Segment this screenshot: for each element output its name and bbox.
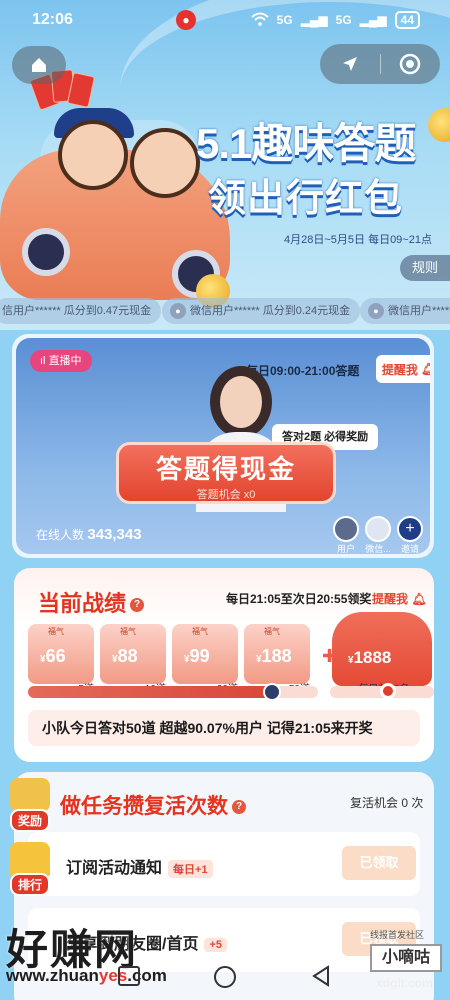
ticker-item: ● 微信用户****** [360,298,450,324]
live-bars-icon: ıl [40,355,49,367]
host-head [210,366,272,438]
help-icon[interactable]: ? [232,800,246,815]
wifi-icon [251,12,269,29]
status-bar: 12:06 ● 5G ▂▄▆ 5G ▂▄▆ 44 [0,0,450,40]
remind-me-button[interactable]: 提醒我 🔔︎ [376,355,430,383]
capsule-menu [320,44,440,84]
record-title: 当前战绩? [38,586,145,618]
tier-tag: 福气 [192,627,208,636]
signal-label-2: 5G [335,13,352,27]
live-badge: ıl 直播中 [30,350,92,372]
boy-character [130,128,200,198]
record-schedule: 每日21:05至次日20:55领奖 [226,592,372,606]
participant-avatars: 用户 微信... + 邀请 [332,516,424,554]
grand-prize-amount: ¥1888 [348,648,392,667]
home-button[interactable] [12,46,66,84]
navigation-arrow-icon [343,57,357,71]
close-miniapp-button[interactable] [380,44,440,84]
record-remind-button[interactable]: 提醒我 🔔︎ [372,590,427,607]
watermark-url: www.zhuanyes.com [6,966,167,985]
avatar: 用户 [332,516,360,554]
quiz-chances: 答题机会 x0 [196,489,256,501]
signal-icon: ▂▄▆ [359,13,387,27]
progress-dot [380,683,396,699]
ticker-item: 信用户****** 瓜分到0.47元现金 [0,298,162,324]
tier-amount: ¥88 [112,646,138,666]
invite-button[interactable]: + 邀请 [396,516,424,554]
reward-float-button[interactable]: 奖励 [4,778,56,834]
revive-chances: 复活机会 0 次 [350,796,424,810]
avatar: 微信... [364,516,392,554]
user-avatar-icon [333,516,359,542]
wechat-icon: ● [368,303,384,319]
plus-icon: + [397,516,423,542]
reward-tier: 福气 ¥66 [28,624,94,684]
crown-icon [10,842,50,876]
home-icon [32,58,46,72]
tier-tag: 福气 [48,627,64,636]
watermark-right-logo: 小嘀咕 [370,944,442,972]
answer-for-cash-button[interactable]: 答题得现金 答题机会 x0 [116,442,336,504]
live-stage: ıl 直播中 每日09:00-21:00答题 提醒我 🔔︎ 答对2题 必得奖励 … [16,338,430,554]
tier-amount: ¥99 [184,646,210,666]
hero-subtitle: 领出行红包 [208,178,404,220]
online-count: 343,343 [87,526,142,543]
team-result-banner: 小队今日答对50道 超越90.07%用户 记得21:05来开奖 [28,710,420,746]
watermark-right-url: xdglt.com [376,976,433,990]
car-wheel-left [22,228,70,276]
tier-tag: 福气 [120,627,136,636]
bell-icon: 🔔︎ [420,362,430,376]
reward-tier: 福气 ¥88 [100,624,166,684]
claimed-button[interactable]: 已领取 [342,846,416,880]
progress-avatar-marker [263,683,281,701]
status-time: 12:06 [32,11,73,28]
signal-label-1: 5G [276,13,293,27]
live-quiz-card: ıl 直播中 每日09:00-21:00答题 提醒我 🔔︎ 答对2题 必得奖励 … [12,334,434,558]
watermark-small-text: 线报首发社区 [370,930,425,940]
progress-bar [28,683,318,701]
reward-tier: 福气 ¥99 [172,624,238,684]
user-avatar-icon [365,516,391,542]
progress-fill [28,686,272,698]
recent-apps-button[interactable] [118,966,140,986]
location-button[interactable] [320,44,380,84]
winner-ticker: 信用户****** 瓜分到0.47元现金 ● 微信用户****** 瓜分到0.2… [0,298,450,326]
app-notification-icon: ● [176,10,196,30]
online-users: 在线人数 343,343 [36,526,142,543]
task-item: 订阅活动通知 每日+1 已领取 [28,832,420,896]
system-home-button[interactable] [214,966,236,988]
tier-amount: ¥66 [40,646,66,666]
target-icon [399,53,421,75]
bell-icon: 🔔︎ [411,592,427,606]
cash-button-title: 答题得现金 [155,454,296,484]
task-section-title: 做任务攒复活次数? [60,790,246,820]
signal-icon: ▂▄▆ [300,13,328,27]
task-bonus: 每日+1 [168,859,213,878]
task-bonus: +5 [204,937,227,952]
grand-prize-bag: ¥1888 [332,612,432,686]
gift-bag-icon [10,778,50,812]
grand-prize-progress [330,683,434,699]
system-back-button[interactable] [310,964,332,993]
reward-tier: 福气 ¥188 [244,624,310,684]
tier-tag: 福气 [264,627,280,636]
watermark-left: 好赚网 www.zhuanyes.com [0,912,200,1000]
hero-title: 5.1趣味答题 [196,120,416,167]
back-triangle-icon [312,965,329,987]
reward-label: 奖励 [9,809,50,832]
task-name: 订阅活动通知 每日+1 [66,854,213,878]
ticker-item: ● 微信用户****** 瓜分到0.24元现金 [162,298,361,324]
wechat-icon: ● [170,303,186,319]
rules-button[interactable]: 规则 [400,255,450,281]
rank-label: 排行 [9,873,50,896]
battery-icon: 44 [394,11,420,29]
hero-date-range: 4月28日~5月5日 每日09~21点 [284,234,432,246]
tier-amount: ¥188 [256,646,292,666]
rank-float-button[interactable]: 排行 [4,842,56,898]
current-record-card: 当前战绩? 每日21:05至次日20:55领奖 提醒我 🔔︎ 福气 ¥66 5道… [14,568,434,762]
status-indicators: 5G ▂▄▆ 5G ▂▄▆ 44 [251,11,420,29]
girl-character [58,120,128,190]
help-icon[interactable]: ? [130,598,145,613]
